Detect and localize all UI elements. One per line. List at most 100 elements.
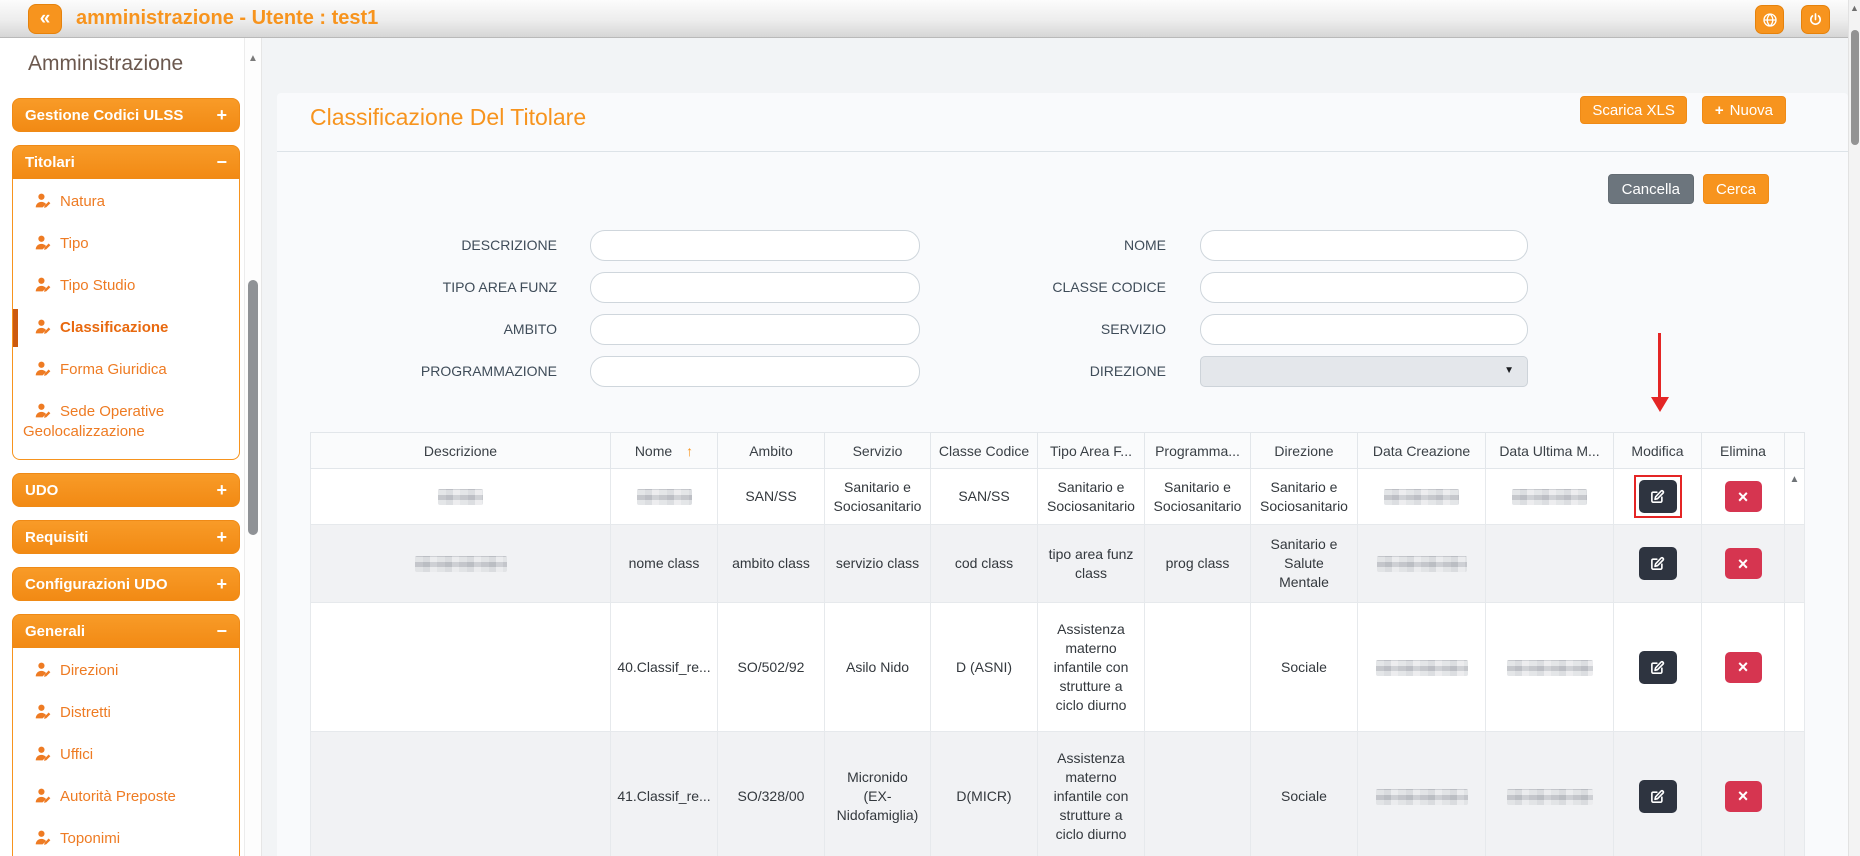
sidebar-section-toggle-gestione-codici-ulss[interactable]: Gestione Codici ULSS + bbox=[12, 98, 240, 132]
sidebar-scrollbar[interactable]: ▲ bbox=[244, 38, 262, 856]
cell-ambito: SO/502/92 bbox=[717, 602, 825, 732]
sidebar-item-forma-giuridica[interactable]: Forma Giuridica bbox=[15, 349, 233, 391]
sidebar-section-generali: Generali − Direzioni Distretti Uffici Autorit… bbox=[12, 614, 240, 856]
sidebar-section-toggle-generali[interactable]: Generali − bbox=[12, 614, 240, 648]
redacted-value bbox=[1506, 659, 1593, 676]
sidebar-section-toggle-requisiti[interactable]: Requisiti + bbox=[12, 520, 240, 554]
table-scrollbar-track[interactable] bbox=[1784, 731, 1805, 856]
table-scrollbar-track[interactable]: ▲ bbox=[1784, 468, 1805, 525]
cell-value: Sanitario e Sociosanitario bbox=[833, 478, 922, 514]
sidebar-section-toggle-titolari[interactable]: Titolari − bbox=[12, 145, 240, 179]
cancel-button[interactable]: Cancella bbox=[1607, 174, 1694, 204]
page-scrollbar-thumb[interactable] bbox=[1851, 30, 1859, 145]
collapse-icon: − bbox=[216, 621, 227, 641]
cell-direzione: Sociale bbox=[1250, 602, 1358, 732]
column-header-data-ultima-m[interactable]: Data Ultima M... bbox=[1485, 432, 1614, 469]
column-header-elimina[interactable]: Elimina bbox=[1701, 432, 1785, 469]
sidebar-item-sede-operative-geolocalizzazione[interactable]: Sede Operative Geolocalizzazione bbox=[15, 391, 233, 453]
cell-value: ambito class bbox=[732, 555, 810, 571]
cell-tipo_area: tipo area funz class bbox=[1037, 524, 1145, 603]
sidebar-section-label: Configurazioni UDO bbox=[25, 575, 168, 593]
cell-value: SO/328/00 bbox=[737, 787, 805, 804]
search-button[interactable]: Cerca bbox=[1702, 174, 1769, 204]
content-card: Classificazione Del Titolare Scarica XLS… bbox=[277, 93, 1848, 856]
sidebar-item-tipo-studio[interactable]: Tipo Studio bbox=[15, 265, 233, 307]
column-header-label: Classe Codice bbox=[938, 442, 1030, 459]
filter-input-ambito[interactable] bbox=[590, 313, 920, 345]
new-button-label: Nuova bbox=[1729, 101, 1773, 119]
cell-value: Asilo Nido bbox=[845, 658, 910, 675]
cell-value: Sanitario e Sociosanitario bbox=[1047, 478, 1135, 514]
scroll-up-icon[interactable]: ▲ bbox=[1849, 3, 1860, 13]
table-scrollbar-track[interactable] bbox=[1784, 602, 1805, 732]
cell-modifica bbox=[1613, 524, 1702, 603]
edit-icon bbox=[1651, 556, 1665, 570]
filter-input-descrizione[interactable] bbox=[590, 229, 920, 261]
filter-row-programmazione: PROGRAMMAZIONE bbox=[310, 355, 920, 387]
column-header-label: Ambito bbox=[749, 442, 793, 459]
new-button[interactable]: + Nuova bbox=[1701, 96, 1786, 124]
page-scrollbar[interactable]: ▲ bbox=[1848, 0, 1860, 856]
column-header-tipo-area-f[interactable]: Tipo Area F... bbox=[1037, 432, 1145, 469]
column-header-direzione[interactable]: Direzione bbox=[1250, 432, 1358, 469]
delete-button[interactable]: × bbox=[1724, 651, 1762, 683]
column-header-classe-codice[interactable]: Classe Codice bbox=[930, 432, 1038, 469]
sidebar-item-toponimi[interactable]: Toponimi bbox=[15, 818, 233, 856]
edit-button[interactable] bbox=[1638, 480, 1677, 513]
filter-label-direzione: DIREZIONE bbox=[1089, 363, 1166, 379]
sidebar-item-label: Forma Giuridica bbox=[60, 361, 167, 378]
edit-button[interactable] bbox=[1638, 547, 1677, 580]
edit-button[interactable] bbox=[1638, 650, 1677, 684]
sidebar-item-classificazione[interactable]: Classificazione bbox=[13, 307, 233, 349]
filter-input-programmazione[interactable] bbox=[590, 355, 920, 387]
filter-select-direzione[interactable]: ▼ bbox=[1200, 355, 1528, 387]
sort-ascending-icon: ↑ bbox=[686, 442, 694, 459]
sidebar-item-label: Tipo bbox=[60, 235, 89, 252]
table-row: 41.Classif_re... SO/328/00 Micronido (EX- … bbox=[310, 731, 1805, 856]
sidebar-item-natura[interactable]: Natura bbox=[15, 181, 233, 223]
cell-value: SO/502/92 bbox=[737, 658, 805, 675]
cell-direzione: Sanitario e Salute Mentale bbox=[1250, 524, 1358, 603]
column-header-servizio[interactable]: Servizio bbox=[824, 432, 931, 469]
sidebar-item-uffici[interactable]: Uffici bbox=[15, 734, 233, 776]
sidebar-item-tipo[interactable]: Tipo bbox=[15, 223, 233, 265]
cell-tipo_area: Assistenza materno infantile con struttu… bbox=[1037, 602, 1145, 732]
sidebar-item-autorit-preposte[interactable]: Autorità Preposte bbox=[15, 776, 233, 818]
table-scrollbar-track[interactable] bbox=[1784, 524, 1805, 603]
column-header-data-creazione[interactable]: Data Creazione bbox=[1357, 432, 1486, 469]
redacted-value bbox=[636, 489, 692, 506]
filter-input-servizio[interactable] bbox=[1200, 313, 1528, 345]
cell-descrizione bbox=[310, 602, 611, 732]
scroll-up-icon[interactable]: ▲ bbox=[1785, 474, 1804, 485]
edit-icon bbox=[1651, 660, 1665, 674]
column-header-nome[interactable]: Nome ↑ bbox=[610, 432, 718, 469]
cell-data_ultima bbox=[1485, 468, 1614, 525]
sidebar-section-gestione-codici-ulss: Gestione Codici ULSS + bbox=[12, 98, 240, 132]
filter-input-classe-codice[interactable] bbox=[1200, 271, 1528, 303]
column-header-modifica[interactable]: Modifica bbox=[1613, 432, 1702, 469]
sidebar-section-toggle-udo[interactable]: UDO + bbox=[12, 473, 240, 507]
sidebar-scrollbar-thumb[interactable] bbox=[248, 280, 258, 535]
sidebar-section-udo: UDO + bbox=[12, 473, 240, 507]
language-globe-button[interactable] bbox=[1755, 5, 1784, 34]
column-header-descrizione[interactable]: Descrizione bbox=[310, 432, 611, 469]
column-header-ambito[interactable]: Ambito bbox=[717, 432, 825, 469]
download-xls-button[interactable]: Scarica XLS bbox=[1580, 96, 1687, 124]
delete-button[interactable]: × bbox=[1724, 548, 1762, 579]
sidebar-item-distretti[interactable]: Distretti bbox=[15, 692, 233, 734]
scroll-up-icon[interactable]: ▲ bbox=[245, 54, 261, 64]
top-actions: Scarica XLS + Nuova bbox=[1580, 96, 1786, 124]
filter-input-nome[interactable] bbox=[1200, 229, 1528, 261]
delete-button[interactable]: × bbox=[1724, 481, 1762, 512]
logout-power-button[interactable] bbox=[1801, 5, 1830, 34]
sidebar-section-toggle-configurazioni-udo[interactable]: Configurazioni UDO + bbox=[12, 567, 240, 601]
column-header-programma[interactable]: Programma... bbox=[1144, 432, 1251, 469]
filter-input-tipo-area-funz[interactable] bbox=[590, 271, 920, 303]
sidebar-section-titolari: Titolari − Natura Tipo Tipo Studio Classifica… bbox=[12, 145, 240, 460]
cell-ambito: SO/328/00 bbox=[717, 731, 825, 856]
sidebar-collapse-button[interactable]: « bbox=[28, 4, 62, 34]
delete-button[interactable]: × bbox=[1724, 780, 1762, 812]
sidebar-item-direzioni[interactable]: Direzioni bbox=[15, 650, 233, 692]
edit-button[interactable] bbox=[1638, 779, 1677, 813]
cell-classe_codice: SAN/SS bbox=[930, 468, 1038, 525]
